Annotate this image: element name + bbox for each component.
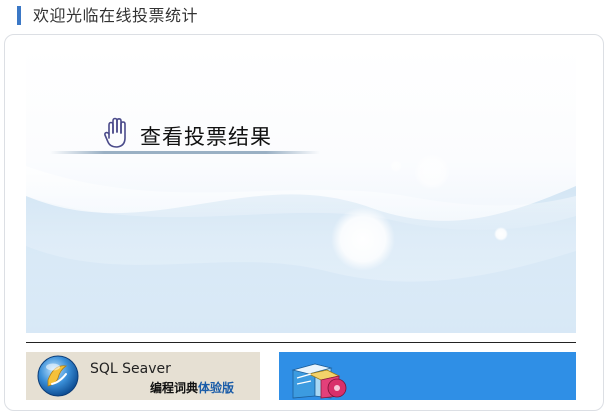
page-title: 欢迎光临在线投票统计 (33, 6, 199, 25)
page-header: 欢迎光临在线投票统计 (0, 0, 605, 34)
header-accent-bar (17, 6, 21, 25)
hand-icon (104, 117, 126, 148)
software-box-icon (291, 363, 347, 399)
sql-seaver-banner[interactable]: SQL Seaver 编程词典体验版 (26, 352, 260, 400)
software-box-banner[interactable] (279, 352, 576, 400)
sql-edition-text: 体验版 (198, 381, 235, 395)
hero-title: 查看投票结果 (140, 125, 272, 149)
sql-subtitle-text: 编程词典 (150, 381, 199, 395)
section-divider (26, 342, 576, 343)
sql-seaver-logo-icon (37, 355, 79, 397)
hero-banner: 查看投票结果 (26, 46, 576, 333)
sql-seaver-subtitle: 编程词典体验版 (150, 381, 234, 395)
hero-background (26, 154, 576, 333)
hero-title-underline (50, 151, 320, 154)
sql-seaver-name: SQL Seaver (90, 361, 171, 377)
